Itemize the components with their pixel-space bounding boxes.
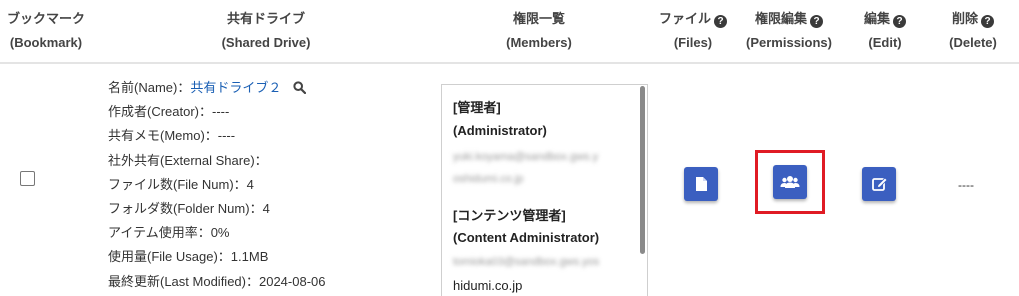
members-scrollbar[interactable] xyxy=(640,86,645,254)
header-bookmark-jp: ブックマーク xyxy=(6,11,85,26)
header-permissions-en: (Permissions) xyxy=(746,35,832,50)
edit-icon xyxy=(872,177,888,191)
drive-external-share: 社外共有(External Share)： xyxy=(108,152,268,168)
header-edit: 編集? (Edit) xyxy=(850,7,920,55)
admin-email-2: oshidumi.co.jp xyxy=(453,173,524,185)
drive-creator: 作成者(Creator)：---- xyxy=(108,104,230,120)
drive-memo: 共有メモ(Memo)：---- xyxy=(108,128,236,144)
header-members: 権限一覧 (Members) xyxy=(484,7,594,55)
permissions-highlight xyxy=(755,150,825,214)
edit-button[interactable] xyxy=(862,167,896,201)
content-admin-email-1: tomioka03@sandbox.gws.yos xyxy=(453,256,600,268)
shared-drive-info: 名前(Name)：共有ドライブ２ 作成者(Creator)：---- 共有メモ(… xyxy=(108,78,325,296)
drive-file-num: ファイル数(File Num)：4 xyxy=(108,176,254,192)
table-header: ブックマーク (Bookmark) 共有ドライブ (Shared Drive) … xyxy=(0,0,1019,62)
content-admin-email-2: hidumi.co.jp xyxy=(453,278,523,293)
header-permissions-jp: 権限編集 xyxy=(754,11,807,26)
drive-name-row: 名前(Name)：共有ドライブ２ xyxy=(108,78,325,102)
drive-folder-num: フォルダ数(Folder Num)：4 xyxy=(108,200,270,216)
content-admin-role-en: (Content Administrator) xyxy=(453,230,600,245)
header-bookmark-en: (Bookmark) xyxy=(9,35,83,50)
header-members-en: (Members) xyxy=(506,35,572,50)
header-shared-drive-en: (Shared Drive) xyxy=(221,35,311,50)
admin-role-jp: [管理者] xyxy=(453,100,501,115)
header-divider xyxy=(0,62,1019,64)
help-icon[interactable]: ? xyxy=(810,15,823,28)
header-delete-en: (Delete) xyxy=(949,35,997,50)
header-files: ファイル? (Files) xyxy=(648,7,738,55)
members-list[interactable]: [管理者] (Administrator) yuki.koyama@sandbo… xyxy=(441,84,648,296)
header-bookmark: ブックマーク (Bookmark) xyxy=(0,7,92,55)
header-members-jp: 権限一覧 xyxy=(512,11,565,26)
help-icon[interactable]: ? xyxy=(714,15,727,28)
drive-item-usage: アイテム使用率：0% xyxy=(108,225,230,241)
drive-name-label: 名前(Name)： xyxy=(108,80,191,95)
admin-email-1: yuki.koyama@sandbox.gws.y xyxy=(453,151,599,163)
header-edit-en: (Edit) xyxy=(868,35,902,50)
header-delete-jp: 削除 xyxy=(951,11,978,26)
delete-value: ---- xyxy=(958,178,974,192)
bookmark-checkbox[interactable] xyxy=(20,171,35,186)
help-icon[interactable]: ? xyxy=(981,15,994,28)
drive-last-modified: 最終更新(Last Modified)：2024-08-06 xyxy=(108,273,326,289)
header-files-en: (Files) xyxy=(673,35,713,50)
help-icon[interactable]: ? xyxy=(893,15,906,28)
header-delete: 削除? (Delete) xyxy=(935,7,1011,55)
header-files-jp: ファイル xyxy=(658,11,711,26)
content-admin-role-jp: [コンテンツ管理者] xyxy=(453,208,566,223)
header-shared-drive: 共有ドライブ (Shared Drive) xyxy=(200,7,332,55)
files-button[interactable] xyxy=(684,167,718,201)
drive-name-link[interactable]: 共有ドライブ２ xyxy=(190,80,281,95)
drive-file-usage: 使用量(File Usage)：1.1MB xyxy=(108,249,269,265)
search-icon[interactable] xyxy=(293,80,307,100)
header-permissions: 権限編集? (Permissions) xyxy=(740,7,838,55)
file-icon xyxy=(696,177,707,191)
admin-role-en: (Administrator) xyxy=(453,123,547,138)
header-edit-jp: 編集 xyxy=(863,11,890,26)
header-shared-drive-jp: 共有ドライブ xyxy=(226,11,305,26)
